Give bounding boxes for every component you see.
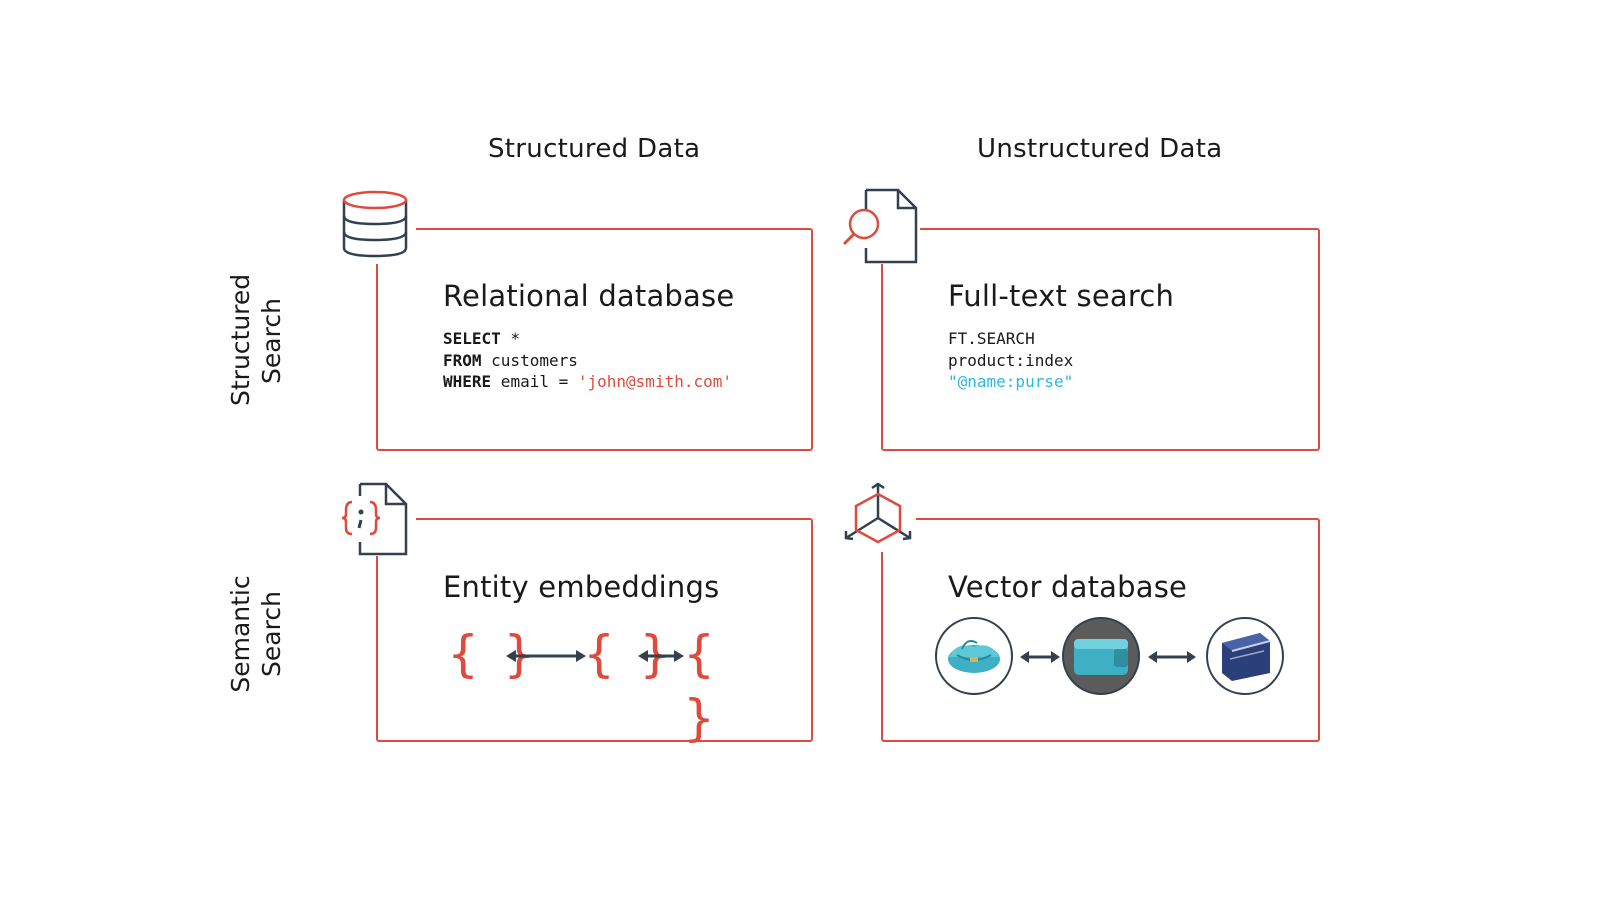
purse-image-navy-wallet	[1206, 617, 1284, 695]
card-title-vector-database: Vector database	[948, 570, 1188, 604]
row-header-structured-search: Structured Search	[225, 273, 289, 406]
ft-command: FT.SEARCH	[948, 329, 1035, 348]
ft-search-code-snippet: FT.SEARCH product:index "@name:purse"	[948, 328, 1073, 393]
database-icon	[338, 186, 416, 264]
sql-code-snippet: SELECT * FROM customers WHERE email = 'j…	[443, 328, 732, 393]
purse-image-teal-pouch	[935, 617, 1013, 695]
card-title-full-text-search: Full-text search	[948, 279, 1175, 313]
document-search-icon	[840, 188, 920, 264]
card-full-text-search	[881, 228, 1320, 451]
bidirectional-arrow-icon	[638, 650, 684, 662]
row-header-line-2: Search	[257, 298, 286, 384]
column-header-unstructured-data: Unstructured Data	[977, 134, 1223, 164]
row-header-line-1: Semantic	[226, 575, 255, 693]
row-header-line-1: Structured	[226, 273, 255, 406]
card-title-relational-database: Relational database	[443, 279, 735, 313]
sql-keyword: WHERE	[443, 372, 492, 391]
row-header-semantic-search: Semantic Search	[225, 569, 289, 699]
row-header-line-2: Search	[257, 591, 286, 677]
json-brace-pair: { }	[684, 625, 714, 747]
json-document-icon	[340, 482, 416, 556]
sql-keyword: SELECT	[443, 329, 501, 348]
purse-image-teal-wallet	[1062, 617, 1140, 695]
bidirectional-arrow-icon	[1020, 651, 1060, 663]
embedding-chain: { } { } { }	[448, 622, 748, 747]
sql-string: 'john@smith.com'	[577, 372, 732, 391]
bidirectional-arrow-icon	[506, 650, 586, 662]
column-header-structured-data: Structured Data	[488, 134, 701, 164]
sql-text: *	[500, 329, 521, 348]
sql-keyword: FROM	[443, 350, 482, 370]
sql-text: customers	[481, 350, 578, 370]
card-title-entity-embeddings: Entity embeddings	[443, 570, 720, 604]
cube-3d-icon	[840, 482, 916, 552]
ft-index: product:index	[948, 350, 1074, 370]
bidirectional-arrow-icon	[1148, 651, 1196, 663]
sql-text: email =	[491, 372, 578, 391]
ft-query: "@name:purse"	[948, 372, 1074, 391]
